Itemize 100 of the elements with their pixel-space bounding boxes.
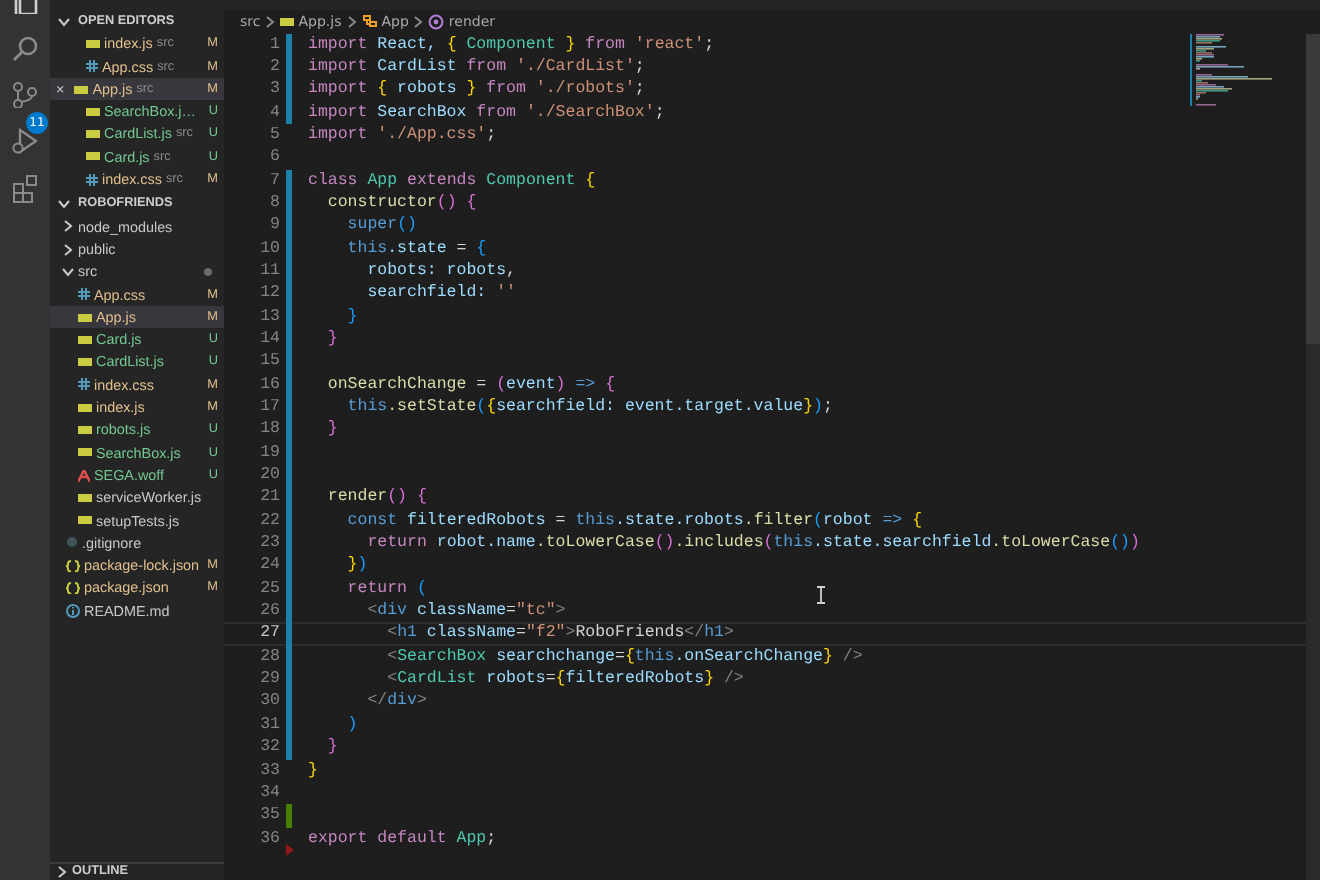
line-number: 11 (258, 259, 280, 283)
code-line: searchfield: '' (365, 282, 516, 306)
git-change-marker[interactable] (286, 33, 292, 56)
code-line: } (325, 736, 338, 759)
line-number: 28 (258, 645, 280, 669)
git-change-marker[interactable] (286, 259, 292, 283)
files-icon[interactable] (13, 0, 37, 14)
line-number: 27 (258, 622, 280, 646)
chevron-down-icon[interactable] (58, 198, 70, 211)
code-line: </div> (365, 690, 427, 714)
chevron-right-icon[interactable] (56, 866, 68, 878)
code-line: import CardList from './CardList'; (308, 55, 645, 79)
chevron-right-icon[interactable] (345, 15, 358, 28)
chevron-down-icon[interactable] (58, 15, 70, 28)
line-number: 17 (258, 396, 280, 419)
code-line: const filteredRobots = this.state.robots.filter(robot => { (345, 509, 923, 533)
js-file-icon (86, 37, 100, 50)
git-change-marker[interactable] (286, 486, 292, 510)
chevron-down-icon[interactable] (62, 265, 74, 278)
code-line: <h1 className="f2">RoboFriends</h1> (385, 622, 734, 646)
code-line: robots: robots, (365, 259, 516, 283)
hash-file-icon (86, 60, 98, 73)
minimap-drawing[interactable] (1190, 34, 1272, 106)
code-line: <div className="tc"> (365, 600, 566, 623)
git-change-marker[interactable] (286, 101, 292, 124)
line-number: 19 (258, 441, 280, 465)
git-change-marker[interactable] (286, 373, 292, 396)
line-number: 5 (268, 123, 280, 147)
line-number: 10 (258, 237, 280, 260)
git-change-marker[interactable] (286, 350, 292, 374)
text-cursor-icon (816, 586, 826, 604)
class-icon (361, 14, 378, 29)
chevron-right-icon[interactable] (264, 15, 277, 28)
line-number: 21 (258, 486, 280, 510)
git-change-marker[interactable] (286, 668, 292, 691)
git-change-marker[interactable] (286, 214, 292, 238)
git-change-marker[interactable] (286, 600, 292, 623)
git-change-marker[interactable] (286, 736, 292, 759)
git-change-marker[interactable] (286, 78, 292, 102)
git-change-marker[interactable] (286, 804, 292, 828)
code-line: return ( (345, 577, 427, 601)
git-change-marker[interactable] (286, 237, 292, 260)
git-change-marker[interactable] (286, 396, 292, 419)
line-number: 30 (258, 690, 280, 714)
git-change-marker[interactable] (286, 554, 292, 578)
git-change-marker[interactable] (286, 282, 292, 306)
git-change-marker[interactable] (286, 690, 292, 714)
git-file-icon (66, 536, 78, 549)
git-change-marker[interactable] (286, 532, 292, 555)
code-line: import React, { Component } from 'react'; (308, 33, 715, 56)
line-number: 2 (268, 55, 280, 79)
line-number: 12 (258, 282, 280, 306)
line-number: 32 (258, 736, 280, 759)
hash-file-icon (78, 288, 90, 301)
run-debug-icon[interactable] (12, 128, 38, 154)
code-line: super() (345, 214, 417, 238)
info-file-icon (66, 603, 80, 618)
git-change-marker[interactable] (286, 418, 292, 442)
code-line: export default App; (308, 827, 497, 850)
line-number: 9 (268, 214, 280, 238)
git-change-marker[interactable] (286, 305, 292, 328)
git-change-marker[interactable] (286, 464, 292, 487)
git-change-marker[interactable] (286, 577, 292, 601)
code-line: return robot.name.toLowerCase().includes(this.state.searchfield.toLowerCase()) (365, 532, 1140, 555)
code-line: ) (345, 713, 358, 737)
git-change-marker[interactable] (286, 191, 292, 215)
line-number: 1 (268, 33, 280, 56)
line-number: 31 (258, 713, 280, 737)
line-number: 7 (268, 169, 280, 192)
code-line: }) (345, 554, 368, 578)
git-change-marker[interactable] (286, 327, 292, 351)
extensions-icon[interactable] (12, 174, 38, 204)
git-change-marker[interactable] (286, 441, 292, 465)
scrollbar-track[interactable] (1306, 34, 1320, 880)
hash-file-icon (78, 378, 90, 391)
line-number: 29 (258, 668, 280, 691)
source-control-icon[interactable] (12, 82, 38, 108)
git-change-marker[interactable] (286, 509, 292, 533)
scrollbar-thumb[interactable] (1306, 34, 1320, 344)
git-change-marker[interactable] (286, 645, 292, 669)
deletion-marker-icon[interactable] (286, 843, 294, 856)
line-number: 20 (258, 464, 280, 487)
line-number: 34 (258, 781, 280, 805)
code-line: this.setState({searchfield: event.target.value}); (345, 396, 833, 419)
search-icon[interactable] (12, 36, 38, 62)
git-change-marker[interactable] (286, 169, 292, 192)
git-change-marker[interactable] (286, 713, 292, 737)
line-number: 24 (258, 554, 280, 578)
chevron-right-icon[interactable] (412, 15, 425, 28)
line-number: 25 (258, 577, 280, 601)
git-change-marker[interactable] (286, 622, 292, 646)
font-file-icon (78, 469, 90, 482)
code-line: constructor() { (325, 191, 477, 215)
git-change-marker[interactable] (286, 55, 292, 79)
code-line: } (345, 305, 358, 328)
code-line: import SearchBox from './SearchBox'; (308, 101, 665, 124)
js-file-icon (280, 15, 295, 28)
line-number: 26 (258, 600, 280, 623)
line-number: 4 (268, 101, 280, 124)
braces-file-icon (66, 559, 80, 572)
